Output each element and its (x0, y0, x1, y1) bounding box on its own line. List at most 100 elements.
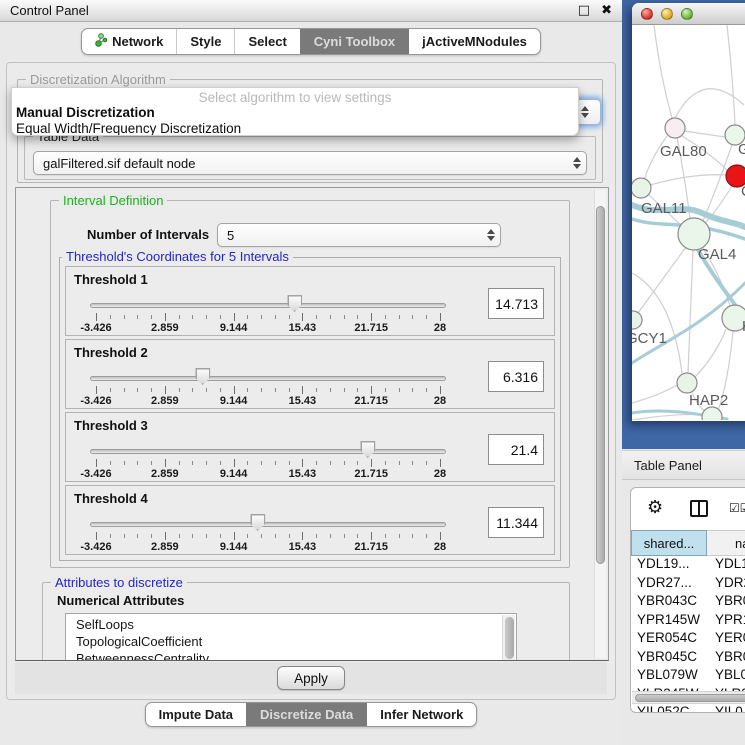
table-row[interactable]: YPR145WYPR1 (631, 612, 745, 631)
attributes-group-title: Attributes to discretize (51, 575, 187, 590)
number-of-intervals-combobox[interactable]: 5 (217, 223, 501, 247)
number-of-intervals-label: Number of Intervals (87, 227, 209, 242)
dropdown-item-equal-width-frequency-discretization[interactable]: Equal Width/Frequency Discretization (12, 120, 578, 136)
GCY1-node[interactable] (632, 311, 642, 329)
attributes-group: Attributes to discretize Numerical Attri… (42, 582, 570, 661)
split-view-icon[interactable] (690, 500, 708, 517)
attribute-list-item[interactable]: TopologicalCoefficient (76, 633, 516, 650)
tab-network[interactable]: Network (82, 29, 176, 54)
slider-tick (165, 459, 166, 467)
slider-tick-label: 21.715 (354, 541, 388, 553)
slider-tick (330, 388, 331, 392)
close-window-icon[interactable] (641, 8, 653, 20)
slider-tick-label: -3.426 (80, 541, 111, 553)
tab-select[interactable]: Select (234, 29, 299, 54)
combo-spinner-icon[interactable] (568, 157, 586, 169)
checkbox-icons[interactable]: ☑☑ (729, 501, 745, 515)
float-panel-icon[interactable]: □ (578, 3, 590, 18)
slider-tick (137, 315, 138, 319)
table-row[interactable]: YDR27...YDR2 (631, 575, 745, 594)
tab-cyni-toolbox[interactable]: Cyni Toolbox (300, 29, 408, 54)
network-icon (95, 33, 107, 50)
slider-thumb[interactable] (287, 295, 302, 312)
numerical-attributes-list[interactable]: SelfLoopsTopologicalCoefficientBetweenne… (65, 613, 517, 661)
table-row[interactable]: YIL052CYIL0 (631, 704, 745, 713)
slider-tick (357, 461, 358, 465)
slider-tick (330, 534, 331, 538)
slider-tick (275, 461, 276, 465)
cell-shared-name: YER054C (631, 630, 709, 649)
slider-tick-label: -3.426 (80, 468, 111, 480)
network-window-titlebar (632, 3, 745, 25)
tab-discretize-data[interactable]: Discretize Data (246, 703, 366, 726)
apply-button[interactable]: Apply (277, 666, 345, 690)
threshold-value-field[interactable]: 21.4 (488, 434, 544, 465)
slider-tick (261, 534, 262, 538)
zoom-window-icon[interactable] (681, 8, 693, 20)
close-panel-icon[interactable]: ✖ (601, 3, 612, 18)
HAP2-node[interactable] (677, 373, 697, 393)
column-header-shared[interactable]: shared... (631, 530, 707, 556)
cell-shared-name: YBL079W (631, 667, 709, 686)
table-row[interactable]: YBR043CYBR0 (631, 593, 745, 612)
slider-tick (220, 315, 221, 319)
table-row[interactable]: YER054CYER0 (631, 630, 745, 649)
panel-scrollbar[interactable] (594, 190, 606, 658)
slider-tick (330, 461, 331, 465)
slider-tick (426, 315, 427, 319)
network-edge (632, 385, 677, 403)
slider-tick (371, 532, 372, 540)
slider-thumb[interactable] (360, 441, 375, 458)
combo-spinner-icon[interactable] (482, 229, 500, 241)
threshold-box: Threshold 4 -3.4262.8599.14415.4321.7152… (65, 485, 555, 555)
slider-tick (192, 388, 193, 392)
tab-infer-network[interactable]: Infer Network (366, 703, 476, 726)
slider-tick-label: 21.715 (354, 395, 388, 407)
minimize-window-icon[interactable] (661, 8, 673, 20)
slider-tick-label: 2.859 (151, 468, 179, 480)
threshold-value-field[interactable]: 11.344 (488, 507, 544, 538)
threshold-value-field[interactable]: 14.713 (488, 288, 544, 319)
cell-shared-name: YDR27... (631, 575, 709, 594)
slider-tick (220, 534, 221, 538)
slider-tick (302, 459, 303, 467)
tab-jactivemnodules[interactable]: jActiveMNodules (408, 29, 540, 54)
table-horizontal-scrollbar[interactable] (632, 691, 745, 704)
table-row[interactable]: YBR045CYBR0 (631, 649, 745, 668)
slider-tick (344, 388, 345, 392)
slider-thumb[interactable] (250, 514, 265, 531)
tab-impute-data[interactable]: Impute Data (146, 703, 246, 726)
attribute-list-item[interactable]: BetweennessCentrality (76, 650, 516, 661)
cell-shared-name: YBR045C (631, 649, 709, 668)
slider-tick (234, 313, 235, 321)
column-header-name[interactable]: na (707, 530, 745, 556)
slider-tick (371, 459, 372, 467)
slider-tick (96, 459, 97, 467)
tab-style[interactable]: Style (176, 29, 234, 54)
dropdown-hint: Select algorithm to view settings (12, 88, 578, 104)
slider-tick (344, 461, 345, 465)
table-row[interactable]: YBL079WYBL0 (631, 667, 745, 686)
slider-tick (316, 534, 317, 538)
slider-tick (357, 315, 358, 319)
table-row[interactable]: YDL19...YDL1 (631, 556, 745, 575)
GAL80-node[interactable] (665, 118, 685, 138)
slider-tick-label: 15.43 (289, 322, 317, 334)
node-label-hap2: HAP2 (689, 392, 728, 409)
network-canvas[interactable]: GAL80GACGAL11GAL4GCY1HHAP2 (632, 25, 745, 420)
gear-icon[interactable]: ⚙ (647, 497, 663, 518)
attribute-list-item[interactable]: SelfLoops (76, 616, 516, 633)
network-edge (703, 145, 732, 221)
table-data-combobox[interactable]: galFiltered.sif default node (33, 151, 587, 175)
list-scrollbar[interactable] (502, 615, 515, 661)
threshold-value-field[interactable]: 6.316 (488, 361, 544, 392)
slider-thumb[interactable] (195, 368, 210, 385)
dropdown-item-manual-discretization[interactable]: Manual Discretization (12, 104, 578, 120)
GAL11-node[interactable] (632, 178, 651, 198)
slider-tick (275, 534, 276, 538)
slider-tick (220, 388, 221, 392)
slider-tick (137, 534, 138, 538)
table-header-row: shared... na (631, 530, 745, 556)
combo-spinner-icon[interactable] (581, 106, 589, 118)
slider-tick (289, 388, 290, 392)
